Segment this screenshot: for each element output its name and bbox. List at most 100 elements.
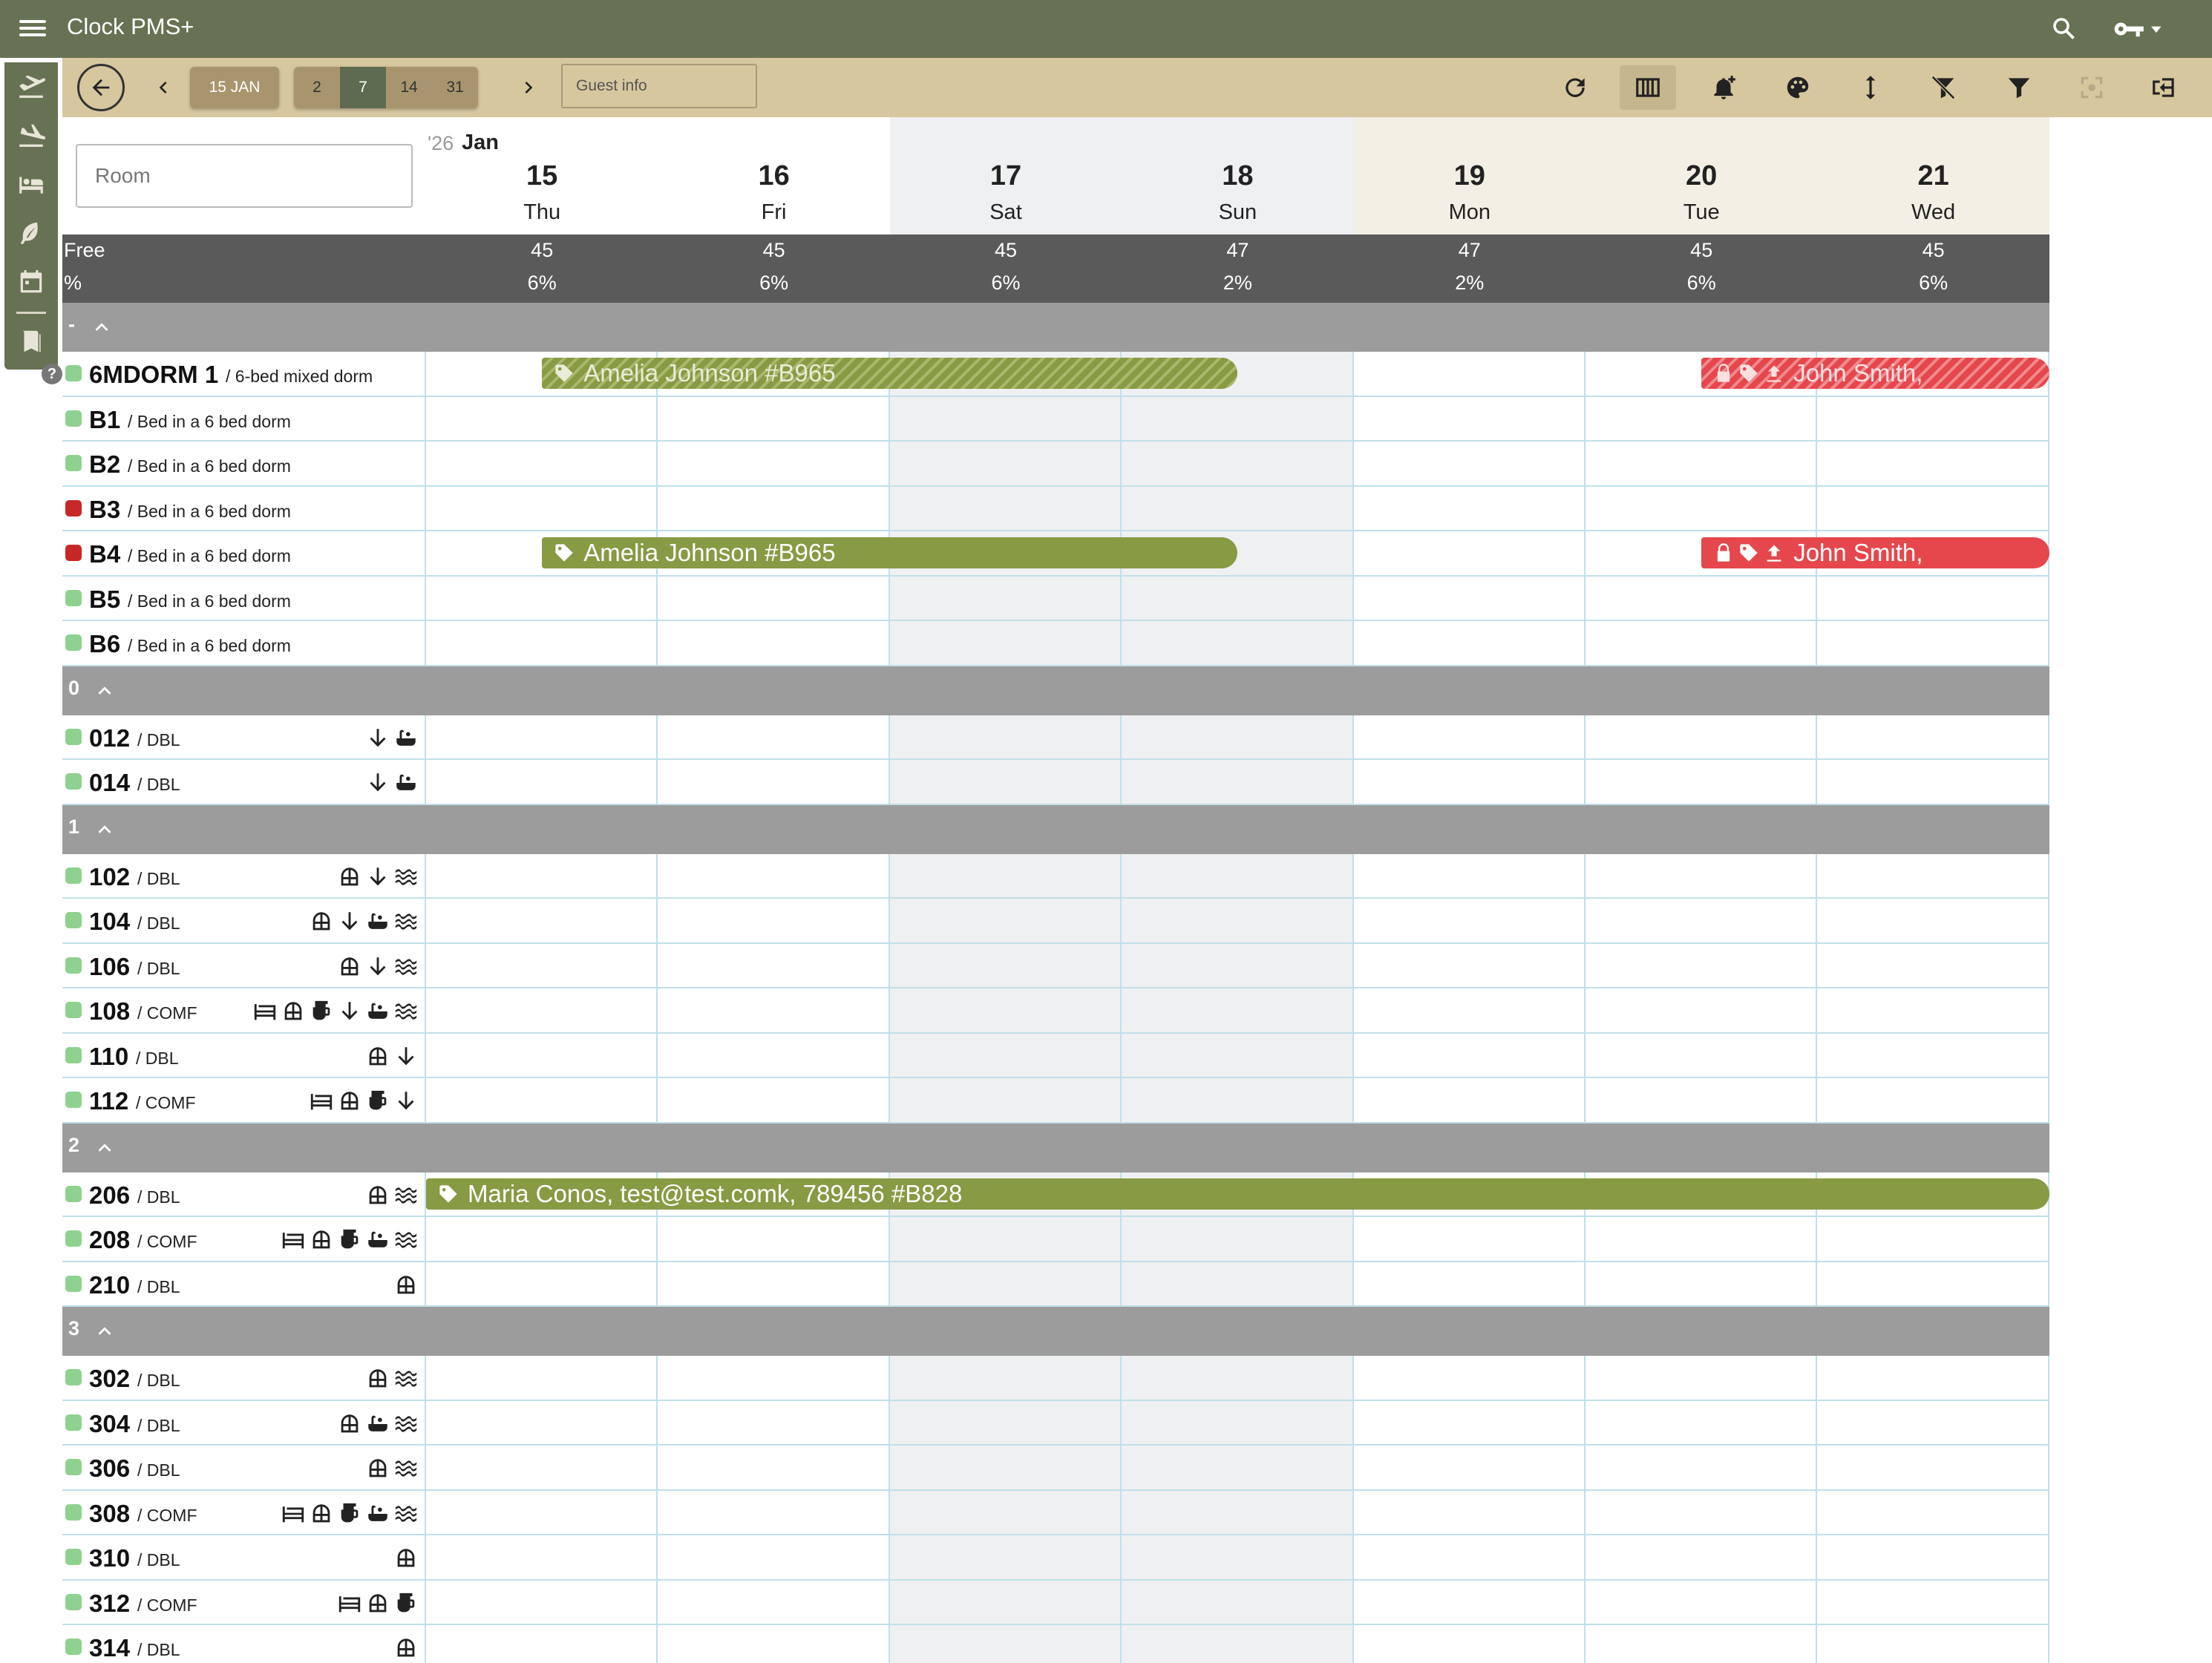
room-label[interactable]: 106 / DBL [62, 943, 426, 987]
day-cell[interactable] [889, 1217, 1122, 1261]
day-cell[interactable] [658, 1033, 890, 1077]
day-cell[interactable] [1817, 442, 2049, 485]
day-cell[interactable] [1354, 943, 1586, 987]
range-2-button[interactable]: 2 [294, 67, 340, 108]
day-cell[interactable] [1817, 1356, 2049, 1400]
room-search-input[interactable] [76, 144, 413, 208]
day-cell[interactable] [1586, 853, 1818, 897]
day-cell[interactable] [426, 1400, 658, 1444]
day-cell[interactable] [1122, 621, 1354, 665]
housekeeping-status-dot[interactable] [65, 1459, 82, 1475]
day-cell[interactable] [1122, 899, 1354, 942]
day-cell[interactable] [1354, 396, 1586, 440]
day-cell[interactable] [426, 715, 658, 758]
room-label[interactable]: 210 / DBL [62, 1262, 426, 1305]
room-label[interactable]: 208 / COMF [62, 1217, 426, 1261]
day-cell[interactable] [1354, 899, 1586, 942]
day-cell[interactable] [1817, 1580, 2049, 1624]
day-cell[interactable] [658, 1078, 890, 1122]
day-cell[interactable] [658, 576, 890, 620]
housekeeping-status-dot[interactable] [65, 499, 82, 516]
day-cell[interactable] [889, 442, 1122, 485]
chevron-right-icon[interactable] [517, 76, 540, 99]
day-cell[interactable] [1122, 853, 1354, 897]
day-cell[interactable] [1122, 943, 1354, 987]
day-cell[interactable] [1122, 1535, 1354, 1579]
day-cell[interactable] [658, 853, 890, 897]
room-label[interactable]: 314 / DBL [62, 1625, 426, 1663]
date-picker-button[interactable]: 15 JAN [190, 67, 279, 108]
day-cell[interactable] [1354, 442, 1586, 485]
day-cell[interactable] [1122, 1356, 1354, 1400]
day-cell[interactable] [1354, 352, 1586, 396]
room-label[interactable]: 310 / DBL [62, 1535, 426, 1579]
day-cell[interactable] [889, 1490, 1122, 1534]
range-31-button[interactable]: 31 [432, 67, 478, 108]
day-cell[interactable] [426, 621, 658, 665]
room-label[interactable]: 6MDORM 1 / 6-bed mixed dorm [62, 352, 426, 396]
day-cell[interactable] [658, 1446, 890, 1489]
day-cell[interactable] [889, 396, 1122, 440]
day-cell[interactable] [889, 1033, 1122, 1077]
day-cell[interactable] [1586, 943, 1818, 987]
day-cell[interactable] [889, 1446, 1122, 1489]
day-cell[interactable] [1354, 1446, 1586, 1489]
plane-arrival-icon[interactable] [12, 116, 50, 154]
day-cell[interactable] [1586, 1217, 1818, 1261]
room-label[interactable]: 308 / COMF [62, 1490, 426, 1534]
day-header[interactable]: 21 Wed [1817, 117, 2049, 234]
day-cell[interactable] [1354, 621, 1586, 665]
bell-add-icon[interactable] [1707, 71, 1740, 104]
chevron-up-icon[interactable] [92, 1135, 117, 1161]
day-cell[interactable] [1817, 1535, 2049, 1579]
day-cell[interactable] [1122, 576, 1354, 620]
day-cell[interactable] [889, 943, 1122, 987]
day-cell[interactable] [889, 1535, 1122, 1579]
day-cell[interactable] [658, 943, 890, 987]
day-cell[interactable] [1354, 1262, 1586, 1305]
day-cell[interactable] [1354, 1356, 1586, 1400]
day-cell[interactable] [889, 1356, 1122, 1400]
day-cell[interactable] [1817, 899, 2049, 942]
chevron-up-icon[interactable] [92, 1319, 117, 1344]
day-cell[interactable] [426, 1356, 658, 1400]
room-label[interactable]: 102 / DBL [62, 853, 426, 897]
day-cell[interactable] [1586, 396, 1818, 440]
booking-bar[interactable]: Maria Conos, test@test.comk, 789456 #B82… [426, 1178, 2049, 1210]
plane-departure-icon[interactable] [12, 67, 50, 105]
day-cell[interactable] [426, 899, 658, 942]
housekeeping-status-dot[interactable] [65, 410, 82, 427]
day-cell[interactable] [1586, 760, 1818, 804]
day-cell[interactable] [889, 1580, 1122, 1624]
room-label[interactable]: 304 / DBL [62, 1400, 426, 1444]
day-cell[interactable] [1586, 1400, 1818, 1444]
day-cell[interactable] [889, 760, 1122, 804]
day-cell[interactable] [658, 1625, 890, 1663]
day-cell[interactable] [426, 1078, 658, 1122]
day-cell[interactable] [1122, 1217, 1354, 1261]
room-label[interactable]: 110 / DBL [62, 1033, 426, 1077]
exit-icon[interactable] [2148, 71, 2181, 104]
day-cell[interactable] [1817, 576, 2049, 620]
day-cell[interactable] [426, 486, 658, 530]
booking-bar[interactable]: Amelia Johnson #B965 [542, 537, 1238, 568]
day-cell[interactable] [658, 1356, 890, 1400]
housekeeping-status-dot[interactable] [65, 1092, 82, 1108]
day-cell[interactable] [1817, 1217, 2049, 1261]
room-label[interactable]: 306 / DBL [62, 1446, 426, 1489]
day-cell[interactable] [658, 396, 890, 440]
day-cell[interactable] [1586, 1356, 1818, 1400]
day-cell[interactable] [658, 1490, 890, 1534]
day-cell[interactable] [1817, 1490, 2049, 1534]
day-cell[interactable] [889, 853, 1122, 897]
day-cell[interactable] [1586, 1033, 1818, 1077]
day-cell[interactable] [1586, 621, 1818, 665]
day-cell[interactable] [658, 621, 890, 665]
room-label[interactable]: B6 / Bed in a 6 bed dorm [62, 621, 426, 665]
range-7-button[interactable]: 7 [340, 67, 386, 108]
day-cell[interactable] [1122, 1078, 1354, 1122]
day-header[interactable]: 16 Fri [658, 117, 889, 234]
key-icon[interactable] [2113, 16, 2164, 42]
day-cell[interactable] [426, 943, 658, 987]
day-cell[interactable] [1354, 486, 1586, 530]
